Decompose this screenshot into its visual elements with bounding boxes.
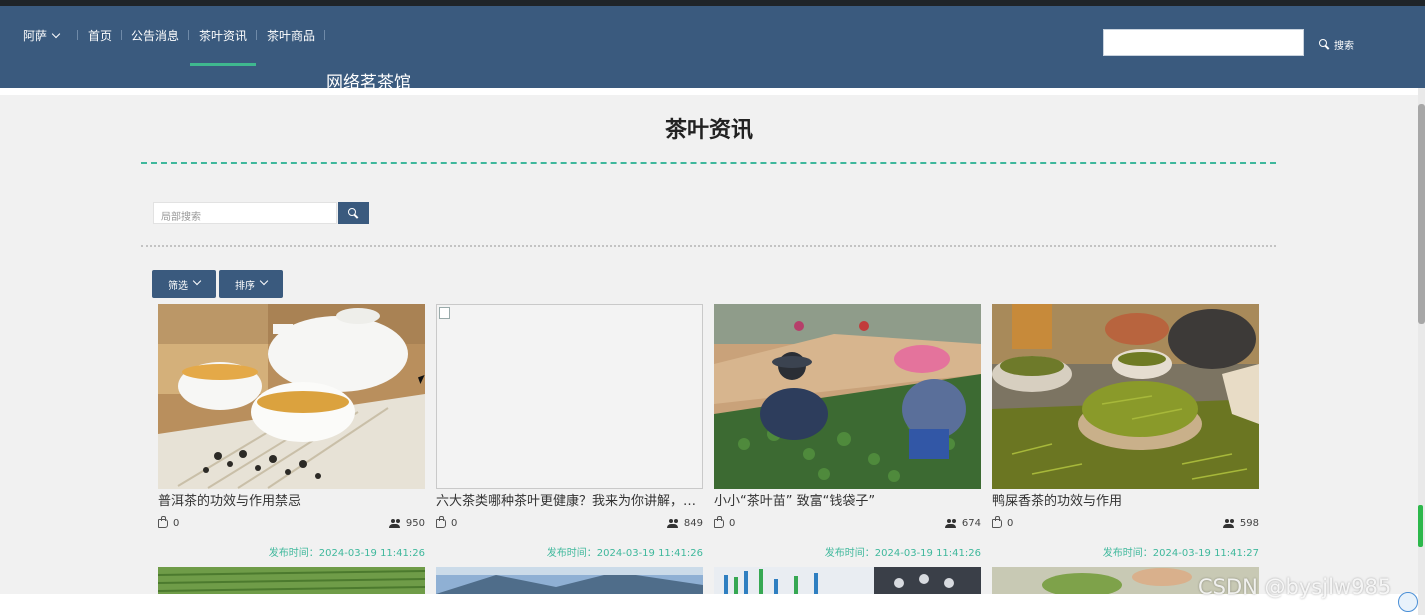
floating-assistant-icon[interactable] [1398, 592, 1418, 612]
local-search-button[interactable] [338, 202, 369, 224]
article-title[interactable]: 六大茶类哪种茶叶更健康？我来为你讲解，… [436, 490, 706, 509]
search-button-label: 搜索 [1334, 41, 1354, 52]
global-search-button[interactable]: 搜索 [1319, 37, 1354, 52]
nav-separator [188, 30, 189, 40]
article-stats: 0 950 [158, 516, 425, 532]
users-icon [944, 518, 957, 529]
broken-image-icon [439, 307, 450, 319]
users-icon [666, 518, 679, 529]
user-name: 阿萨 [23, 29, 48, 43]
nav-separator [121, 30, 122, 40]
like-counter[interactable]: 0 [158, 516, 180, 529]
global-search-input[interactable] [1103, 29, 1304, 56]
local-search-input[interactable]: 局部搜索 [153, 202, 337, 224]
nav-item-tea-news[interactable]: 茶叶资讯 [199, 27, 247, 44]
view-count: 849 [683, 518, 703, 529]
sort-dropdown[interactable]: 排序 [219, 270, 283, 298]
publish-date: 发布时间：2024-03-19 11:41:26 [824, 548, 981, 559]
view-counter: 674 [944, 518, 981, 529]
article-card[interactable]: 普洱茶的功效与作用禁忌 0 950 发布时间：2024-03-19 11:41:… [158, 304, 425, 560]
article-stats: 0 674 [714, 516, 981, 532]
article-title[interactable]: 鸭屎香茶的功效与作用 [992, 490, 1262, 509]
view-counter: 598 [1222, 518, 1259, 529]
publish-date: 发布时间：2024-03-19 11:41:27 [1102, 548, 1259, 559]
view-counter: 950 [388, 518, 425, 529]
like-count: 0 [173, 518, 180, 529]
article-card[interactable]: 六大茶类哪种茶叶更健康？我来为你讲解，… 0 849 发布时间：2024-03-… [436, 304, 703, 560]
nav-item-home[interactable]: 首页 [88, 27, 112, 44]
filter-label: 筛选 [168, 280, 188, 292]
nav-separator [324, 30, 325, 40]
search-icon [348, 207, 359, 219]
like-count: 0 [729, 518, 736, 529]
article-card-thumbnail-partial[interactable] [714, 567, 981, 594]
publish-date: 发布时间：2024-03-19 11:41:26 [546, 548, 703, 559]
active-tab-indicator [190, 63, 256, 66]
thumbs-up-icon [436, 516, 446, 528]
article-title[interactable]: 小小“茶叶苗” 致富“钱袋子” [714, 490, 984, 509]
view-count: 950 [405, 518, 425, 529]
article-title[interactable]: 普洱茶的功效与作用禁忌 [158, 490, 428, 509]
article-thumbnail-broken[interactable] [436, 304, 703, 489]
article-card-thumbnail-partial[interactable] [436, 567, 703, 594]
filter-dropdown[interactable]: 筛选 [152, 270, 216, 298]
users-icon [1222, 518, 1235, 529]
like-counter[interactable]: 0 [436, 516, 458, 529]
search-divider [141, 245, 1276, 247]
chevron-down-icon [192, 276, 202, 286]
page-title: 茶叶资讯 [664, 118, 753, 143]
search-icon [1319, 39, 1330, 50]
article-stats: 0 598 [992, 516, 1259, 532]
like-count: 0 [451, 518, 458, 529]
view-counter: 849 [666, 518, 703, 529]
view-count: 598 [1239, 518, 1259, 529]
site-title: 网络茗茶馆 [326, 73, 411, 93]
publish-date: 发布时间：2024-03-19 11:41:26 [268, 548, 425, 559]
thumbs-up-icon [992, 516, 1002, 528]
thumbs-up-icon [714, 516, 724, 528]
article-card[interactable]: 鸭屎香茶的功效与作用 0 598 发布时间：2024-03-19 11:41:2… [992, 304, 1259, 560]
user-menu[interactable]: 阿萨 [23, 27, 61, 44]
nav-item-announcements[interactable]: 公告消息 [131, 27, 179, 44]
article-card[interactable]: 小小“茶叶苗” 致富“钱袋子” 0 674 发布时间：2024-03-19 11… [714, 304, 981, 560]
chevron-down-icon [51, 29, 61, 39]
nav-item-tea-products[interactable]: 茶叶商品 [267, 27, 315, 44]
watermark-text: CSDN @bysjlw985 [1198, 575, 1392, 599]
article-thumbnail[interactable] [992, 304, 1259, 489]
like-counter[interactable]: 0 [714, 516, 736, 529]
title-divider [141, 162, 1276, 164]
article-stats: 0 849 [436, 516, 703, 532]
view-count: 674 [961, 518, 981, 529]
article-thumbnail[interactable] [714, 304, 981, 489]
sort-label: 排序 [235, 280, 255, 292]
scrollbar-thumb[interactable] [1418, 104, 1425, 324]
like-count: 0 [1007, 518, 1014, 529]
nav-separator [77, 30, 78, 40]
top-nav-bar: 阿萨 首页 公告消息 茶叶资讯 茶叶商品 网络茗茶馆 搜索 [0, 6, 1425, 93]
users-icon [388, 518, 401, 529]
nav-separator [256, 30, 257, 40]
like-counter[interactable]: 0 [992, 516, 1014, 529]
side-float-marker [1418, 505, 1423, 547]
article-card-thumbnail-partial[interactable] [158, 567, 425, 594]
chevron-down-icon [259, 276, 269, 286]
thumbs-up-icon [158, 516, 168, 528]
article-thumbnail[interactable] [158, 304, 425, 489]
